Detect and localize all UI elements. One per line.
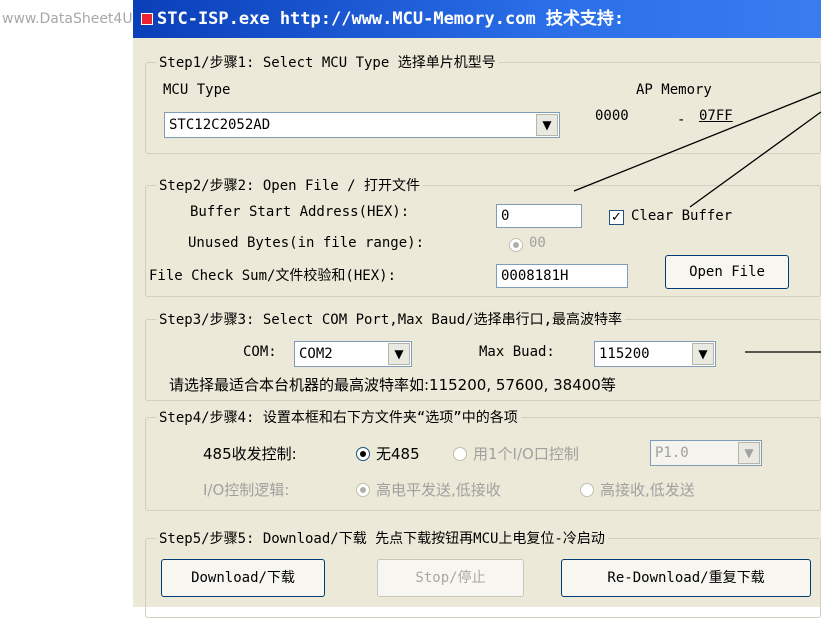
annotation-line-clear bbox=[689, 111, 821, 208]
annotation-line-buffer bbox=[573, 91, 821, 192]
annotation-lines bbox=[573, 91, 821, 353]
